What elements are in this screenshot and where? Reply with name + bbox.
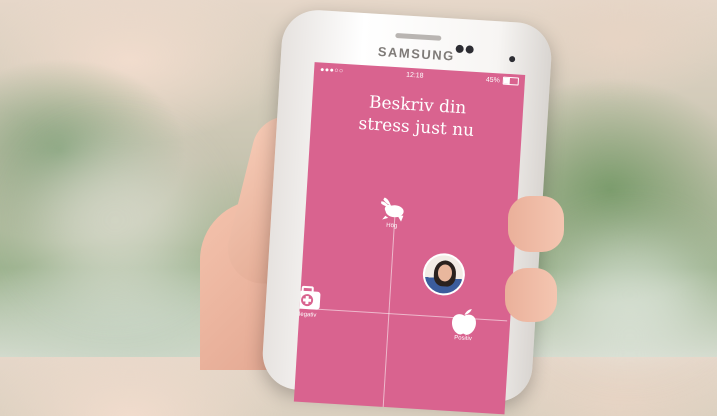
battery-indicator: 45% — [485, 76, 520, 86]
signal-indicator: ●●●○○ — [319, 65, 344, 75]
avatar-photo — [423, 254, 465, 295]
finger-1 — [508, 196, 564, 252]
user-avatar[interactable] — [421, 252, 467, 297]
first-aid-kit-icon — [293, 283, 323, 313]
status-bar: ●●●○○ 12:18 45% — [314, 62, 525, 89]
battery-icon — [502, 76, 520, 86]
rabbit-icon — [377, 194, 409, 224]
high-label: Hög — [386, 222, 398, 230]
app-screen: ●●●○○ 12:18 45% Beskriv din stress just … — [293, 62, 526, 415]
positive-label: Positiv — [453, 335, 473, 343]
status-time: 12:18 — [405, 71, 424, 80]
positive-option[interactable]: Positiv — [448, 307, 480, 343]
earpiece — [395, 32, 442, 41]
negative-option[interactable]: Negativ — [293, 283, 323, 319]
page-title: Beskriv din stress just nu — [310, 88, 523, 145]
negative-label: Negativ — [295, 311, 317, 319]
high-option[interactable]: Hög — [377, 194, 409, 230]
stress-axis-vertical — [382, 217, 396, 415]
background-blur-right — [560, 240, 700, 350]
battery-percent: 45% — [485, 76, 501, 84]
apple-icon — [448, 307, 480, 337]
background-blur-left — [40, 150, 190, 290]
phone: SAMSUNG ●●●○○ 12:18 45% Beskriv din stre… — [260, 8, 554, 415]
finger-2 — [505, 268, 557, 322]
